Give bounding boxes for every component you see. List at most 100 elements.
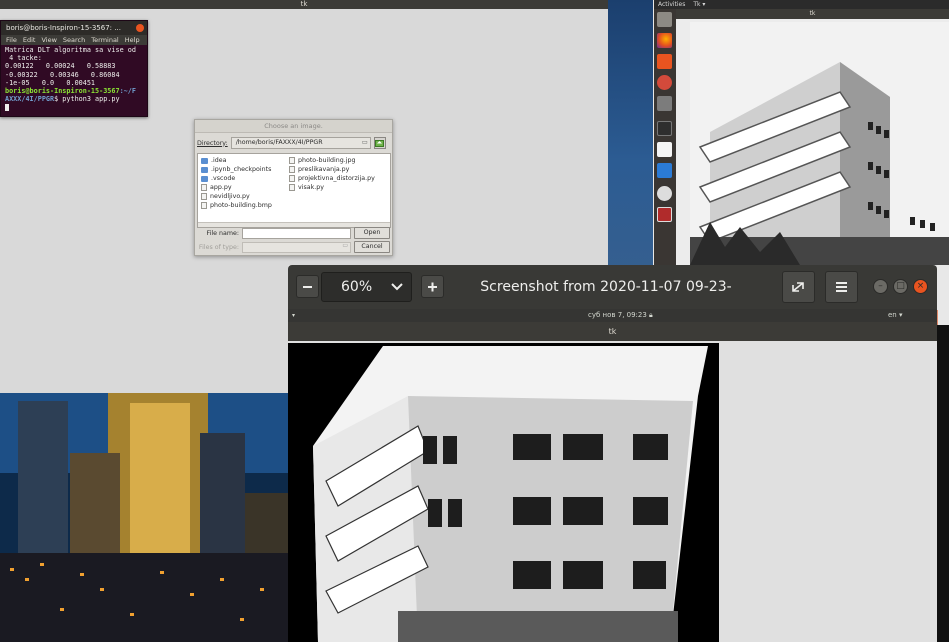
list-item[interactable]: visak.py	[289, 183, 375, 192]
software-icon[interactable]	[657, 54, 672, 69]
chevron-down-icon: ▾	[292, 312, 296, 319]
prompt-user: boris@boris-Inspiron-15-3567	[5, 87, 120, 96]
close-icon[interactable]	[136, 24, 144, 32]
terminal-prompt-cont: AXXX/4I/PPGR$ python3 app.py	[5, 95, 143, 103]
file-name-input[interactable]	[242, 227, 351, 239]
viewer-headerbar: 60% Screenshot from 2020-11-07 09-23-08.…	[288, 265, 937, 339]
vscode-icon[interactable]	[657, 163, 672, 178]
viewer-title: Screenshot from 2020-11-07 09-23-08.png	[480, 279, 732, 339]
file-name: visak.py	[298, 184, 324, 191]
terminal-line: 0.00122 0.00024 0.58883	[5, 62, 116, 71]
lang-text: en	[888, 311, 897, 319]
video-icon[interactable]	[657, 96, 672, 111]
clock-text: суб нов 7, 09:23	[588, 311, 647, 319]
dialog-title: Choose an image.	[195, 120, 392, 133]
fullscreen-icon	[792, 282, 804, 292]
dropdown-icon: ▭	[361, 139, 368, 146]
text-editor-icon[interactable]	[657, 142, 672, 157]
zoom-level-select[interactable]: 60%	[321, 272, 412, 302]
prompt-path: :~/F	[119, 87, 136, 96]
files-of-type-label: Files of type:	[198, 243, 239, 251]
list-item[interactable]: .idea	[201, 156, 272, 165]
menu-file[interactable]: File	[6, 35, 17, 45]
menu-terminal[interactable]: Terminal	[91, 35, 118, 45]
inner-top-bar: ▾ суб нов 7, 09:23 🔒︎ en ▾	[288, 309, 937, 322]
warped-building-image	[313, 346, 708, 642]
open-button[interactable]: Open	[354, 227, 390, 239]
menu-help[interactable]: Help	[125, 35, 140, 45]
zoom-in-button[interactable]	[421, 275, 444, 298]
terminal-menubar: File Edit View Search Terminal Help	[1, 35, 147, 45]
parent-directory-button[interactable]	[373, 137, 386, 149]
firefox-icon[interactable]	[657, 33, 672, 48]
prompt-path-cont: AXXX/4I/PPGR	[5, 95, 55, 104]
menu-edit[interactable]: Edit	[23, 35, 36, 45]
zoom-out-button[interactable]	[296, 275, 319, 298]
text-cursor	[5, 103, 9, 111]
file-icon	[289, 184, 295, 191]
app-menu-label: Tk	[693, 1, 701, 8]
list-item[interactable]: photo-building.jpg	[289, 156, 375, 165]
file-icon	[201, 193, 207, 200]
file-type-select[interactable]: ▭	[242, 241, 351, 253]
list-item[interactable]: nevidljivo.py	[201, 192, 272, 201]
file-name-label: File name:	[206, 229, 239, 237]
tk-window-title: tk	[0, 0, 608, 9]
file-icon	[289, 166, 295, 173]
tk-app-icon[interactable]	[657, 207, 672, 222]
dropdown-icon: ▭	[342, 241, 348, 249]
terminal-output[interactable]: Matrica DLT algoritma sa vise od 4 tacke…	[1, 45, 147, 113]
activities-button[interactable]: Activities	[658, 0, 685, 9]
dock	[654, 9, 676, 265]
menu-button[interactable]	[825, 271, 858, 303]
maximize-icon[interactable]: □	[893, 279, 908, 294]
top-bar: Activities Tk ▾	[654, 0, 949, 9]
list-item[interactable]: preslikavanja.py	[289, 165, 375, 174]
terminal-line: -0.00322 0.00346 0.86084	[5, 70, 120, 79]
terminal-line: Matrica DLT algoritma sa vise od	[5, 46, 136, 54]
file-column-1: .idea .ipynb_checkpoints .vscode app.py …	[201, 156, 272, 210]
list-item[interactable]: .ipynb_checkpoints	[201, 165, 272, 174]
file-icon	[289, 175, 295, 182]
image-viewer-window: 60% Screenshot from 2020-11-07 09-23-08.…	[288, 265, 937, 642]
zoom-level: 60%	[341, 279, 373, 295]
terminal-icon[interactable]	[657, 121, 672, 136]
list-item[interactable]: .vscode	[201, 174, 272, 183]
file-name: .vscode	[211, 175, 236, 182]
desktop-edge	[937, 325, 949, 642]
folder-up-icon	[375, 140, 385, 147]
menu-view[interactable]: View	[41, 35, 56, 45]
list-item[interactable]: photo-building.bmp	[201, 201, 272, 210]
city-photo	[0, 393, 288, 642]
file-icon	[201, 184, 207, 191]
fullscreen-button[interactable]	[782, 271, 815, 303]
terminal-window[interactable]: boris@boris-Inspiron-15-3567: ... File E…	[0, 20, 148, 117]
close-icon[interactable]: ×	[913, 279, 928, 294]
file-name-row: File name: Open	[197, 227, 390, 239]
file-type-row: Files of type: ▭ Cancel	[197, 241, 390, 253]
inner-tk-title: tk	[288, 322, 937, 341]
hamburger-icon	[836, 282, 847, 292]
updater-icon[interactable]	[657, 186, 672, 201]
building-photo	[690, 22, 949, 265]
minimize-icon[interactable]: –	[873, 279, 888, 294]
menu-search[interactable]: Search	[63, 35, 85, 45]
file-dialog: Choose an image. Directory: /home/boris/…	[194, 119, 393, 256]
chevron-down-icon	[391, 273, 403, 312]
file-name: photo-building.jpg	[298, 157, 356, 164]
folder-icon	[201, 166, 208, 173]
file-name: .idea	[211, 157, 227, 164]
list-item[interactable]: projektivna_distorzija.py	[289, 174, 375, 183]
desktop-wallpaper	[608, 0, 653, 270]
cancel-button[interactable]: Cancel	[354, 241, 390, 253]
terminal-titlebar[interactable]: boris@boris-Inspiron-15-3567: ...	[1, 21, 147, 35]
file-icon	[201, 202, 207, 209]
directory-select[interactable]: /home/boris/FAXXX/4I/PPGR ▭	[230, 137, 371, 149]
image-canvas[interactable]	[288, 341, 937, 642]
plus-icon	[428, 282, 437, 292]
app-menu[interactable]: Tk ▾	[693, 0, 705, 9]
settings-icon[interactable]	[657, 75, 672, 90]
files-icon[interactable]	[657, 12, 672, 27]
file-list[interactable]: .idea .ipynb_checkpoints .vscode app.py …	[197, 153, 391, 228]
list-item[interactable]: app.py	[201, 183, 272, 192]
